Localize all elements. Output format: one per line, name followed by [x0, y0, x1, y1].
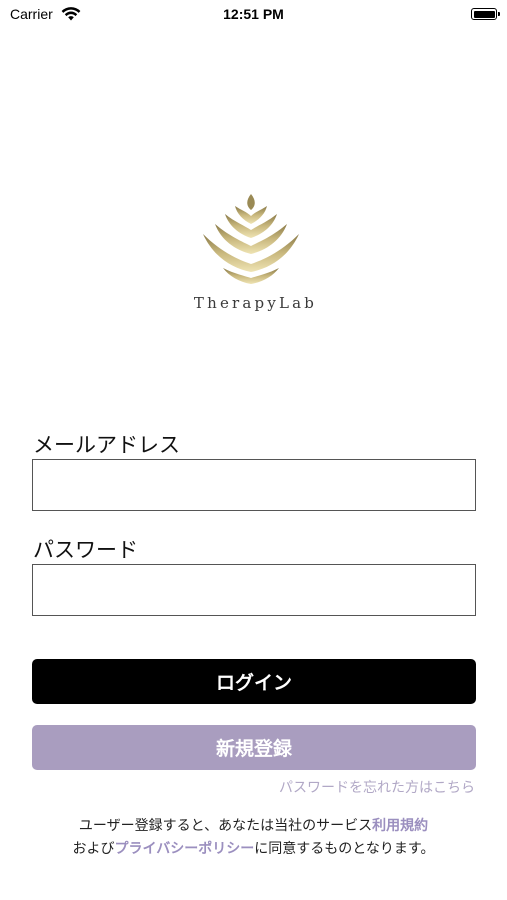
terms-notice: ユーザー登録すると、あなたは当社のサービス利用規約 およびプライバシーポリシーに…	[0, 815, 507, 861]
terms-prefix: ユーザー登録すると、あなたは当社のサービス	[78, 818, 373, 834]
terms-of-service-link[interactable]: 利用規約	[372, 818, 428, 834]
password-label: パスワード	[33, 538, 138, 562]
forgot-password-link[interactable]: パスワードを忘れた方はこちら	[279, 777, 475, 797]
battery-icon	[471, 8, 500, 20]
gold-leaf-logo-icon	[195, 190, 307, 290]
status-time: 12:51 PM	[223, 6, 284, 22]
terms-connector: および	[72, 841, 115, 857]
email-field[interactable]	[32, 459, 476, 511]
status-bar: Carrier 12:51 PM	[0, 0, 507, 30]
login-button[interactable]: ログイン	[32, 659, 476, 704]
brand-name: TherapyLab	[193, 294, 318, 312]
password-field[interactable]	[32, 564, 476, 616]
terms-suffix: に同意するものとなります。	[254, 841, 435, 857]
register-button[interactable]: 新規登録	[32, 725, 476, 770]
email-label: メールアドレス	[33, 433, 180, 457]
privacy-policy-link[interactable]: プライバシーポリシー	[115, 841, 255, 857]
